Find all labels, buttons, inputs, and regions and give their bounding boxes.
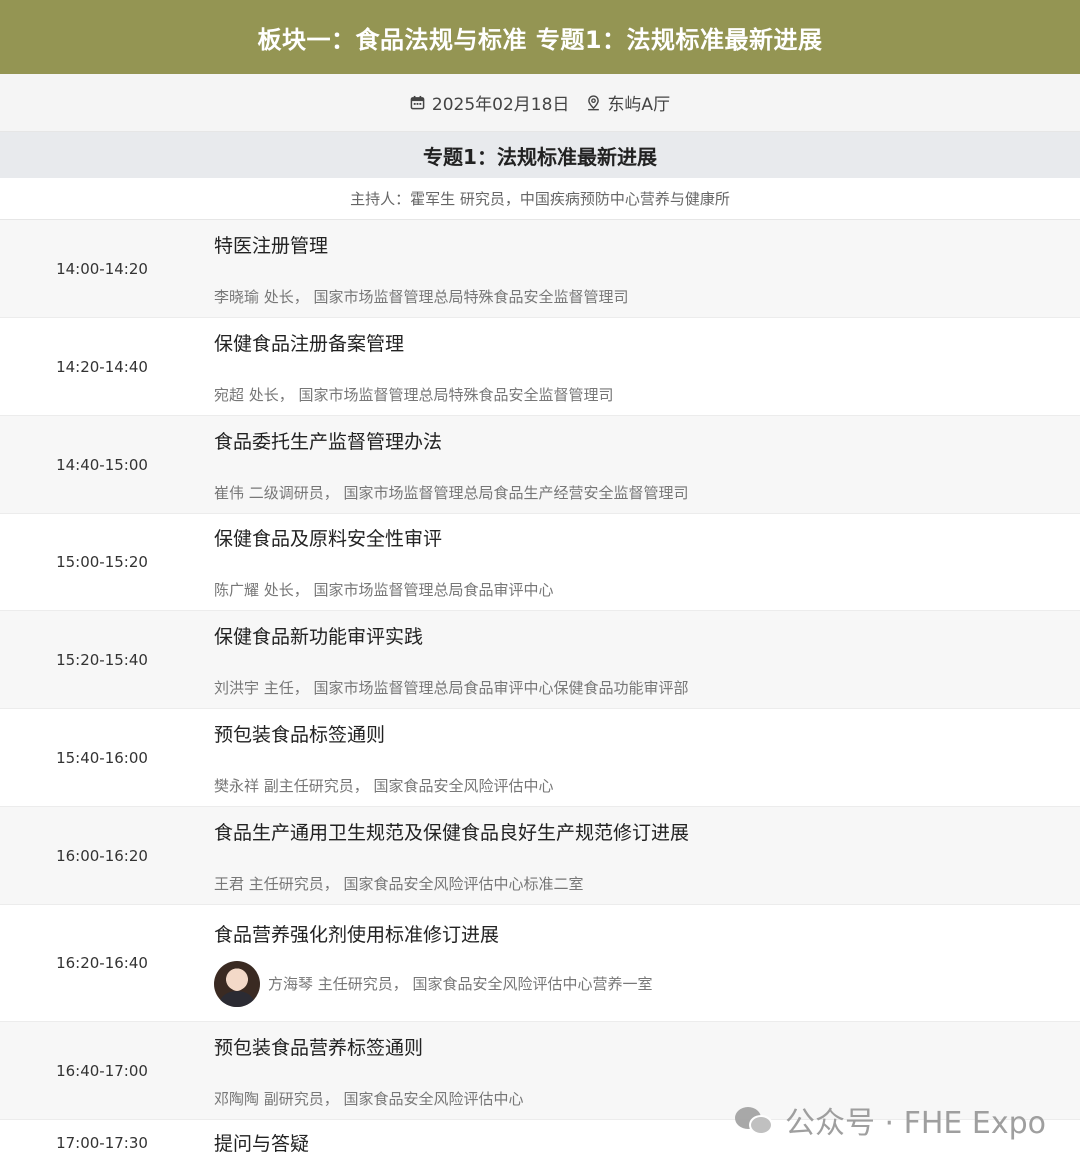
session-speaker: 陈广耀 处长， 国家市场监督管理总局食品审评中心 bbox=[214, 581, 554, 599]
session-time: 16:00-16:20 bbox=[56, 846, 148, 865]
session-title: 保健食品注册备案管理 bbox=[214, 332, 405, 355]
session-time: 16:40-17:00 bbox=[56, 1061, 148, 1080]
session-speaker: 李晓瑜 处长， 国家市场监督管理总局特殊食品安全监督管理司 bbox=[214, 287, 629, 306]
session-title: 食品生产通用卫生规范及保健食品良好生产规范修订进展 bbox=[214, 821, 690, 844]
topic-header: 专题1：法规标准最新进展 bbox=[0, 132, 1080, 178]
session-speaker: 方海琴 主任研究员， 国家食品安全风险评估中心营养一室 bbox=[268, 975, 653, 993]
session-time: 17:00-17:30 bbox=[56, 1133, 148, 1152]
schedule-row: 16:00-16:20 食品生产通用卫生规范及保健食品良好生产规范修订进展王君 … bbox=[0, 807, 1080, 905]
schedule-row: 15:00-15:20 保健食品及原料安全性审评陈广耀 处长， 国家市场监督管理… bbox=[0, 514, 1080, 611]
session-title: 保健食品及原料安全性审评 bbox=[214, 528, 443, 550]
session-title: 食品营养强化剂使用标准修订进展 bbox=[214, 923, 500, 946]
schedule-row: 14:00-14:20 特医注册管理李晓瑜 处长， 国家市场监督管理总局特殊食品… bbox=[0, 220, 1080, 318]
session-date: 2025年02月18日 bbox=[431, 95, 570, 115]
session-speaker: 崔伟 二级调研员， 国家市场监督管理总局食品生产经营安全监督管理司 bbox=[214, 483, 689, 502]
watermark-text: 公众号 · FHE Expo bbox=[784, 1106, 1046, 1141]
session-speaker: 刘洪宇 主任， 国家市场监督管理总局食品审评中心保健食品功能审评部 bbox=[214, 678, 689, 697]
schedule-row: 15:40-16:00 预包装食品标签通则樊永祥 副主任研究员， 国家食品安全风… bbox=[0, 709, 1080, 807]
session-title: 预包装食品标签通则 bbox=[214, 723, 386, 746]
session-time: 15:20-15:40 bbox=[56, 650, 148, 669]
map-pin-icon bbox=[585, 94, 601, 111]
session-location: 东屿A厅 bbox=[607, 95, 671, 115]
session-speaker-with-avatar: 方海琴 主任研究员， 国家食品安全风险评估中心营养一室 bbox=[214, 960, 1080, 1007]
page-banner: 板块一：食品法规与标准 专题1：法规标准最新进展 bbox=[0, 0, 1080, 74]
session-speaker: 王君 主任研究员， 国家食品安全风险评估中心标准二室 bbox=[214, 874, 584, 893]
session-speaker: 樊永祥 副主任研究员， 国家食品安全风险评估中心 bbox=[214, 776, 554, 795]
banner-title: 板块一：食品法规与标准 专题1：法规标准最新进展 bbox=[257, 25, 823, 54]
session-title: 预包装食品营养标签通则 bbox=[214, 1036, 424, 1059]
session-time: 15:40-16:00 bbox=[56, 748, 148, 767]
watermark: 公众号 · FHE Expo bbox=[734, 1098, 1046, 1142]
calendar-icon bbox=[410, 95, 426, 111]
schedule-row: 16:20-16:40 食品营养强化剂使用标准修订进展方海琴 主任研究员， 国家… bbox=[0, 905, 1080, 1022]
session-time: 14:00-14:20 bbox=[56, 259, 148, 278]
session-title: 保健食品新功能审评实践 bbox=[214, 625, 424, 648]
topic-title: 专题1：法规标准最新进展 bbox=[423, 144, 657, 169]
speaker-avatar bbox=[214, 960, 260, 1007]
host-text: 主持人：霍军生 研究员，中国疾病预防中心营养与健康所 bbox=[350, 190, 730, 208]
schedule-row: 14:40-15:00 食品委托生产监督管理办法崔伟 二级调研员， 国家市场监督… bbox=[0, 416, 1080, 514]
session-time: 14:40-15:00 bbox=[56, 455, 148, 474]
wechat-icon bbox=[734, 1105, 775, 1135]
session-meta: 2025年02月18日 东屿A厅 bbox=[0, 74, 1080, 132]
schedule-list: 14:00-14:20 特医注册管理李晓瑜 处长， 国家市场监督管理总局特殊食品… bbox=[0, 220, 1080, 1164]
session-time: 14:20-14:40 bbox=[56, 357, 148, 376]
schedule-row: 15:20-15:40 保健食品新功能审评实践刘洪宇 主任， 国家市场监督管理总… bbox=[0, 611, 1080, 709]
session-speaker: 宛超 处长， 国家市场监督管理总局特殊食品安全监督管理司 bbox=[214, 385, 614, 404]
session-time: 15:00-15:20 bbox=[56, 553, 148, 571]
schedule-row: 14:20-14:40 保健食品注册备案管理宛超 处长， 国家市场监督管理总局特… bbox=[0, 318, 1080, 416]
session-time: 16:20-16:40 bbox=[56, 954, 148, 972]
session-title: 食品委托生产监督管理办法 bbox=[214, 430, 443, 453]
host-line: 主持人：霍军生 研究员，中国疾病预防中心营养与健康所 bbox=[0, 178, 1080, 220]
session-title: 特医注册管理 bbox=[214, 234, 329, 257]
